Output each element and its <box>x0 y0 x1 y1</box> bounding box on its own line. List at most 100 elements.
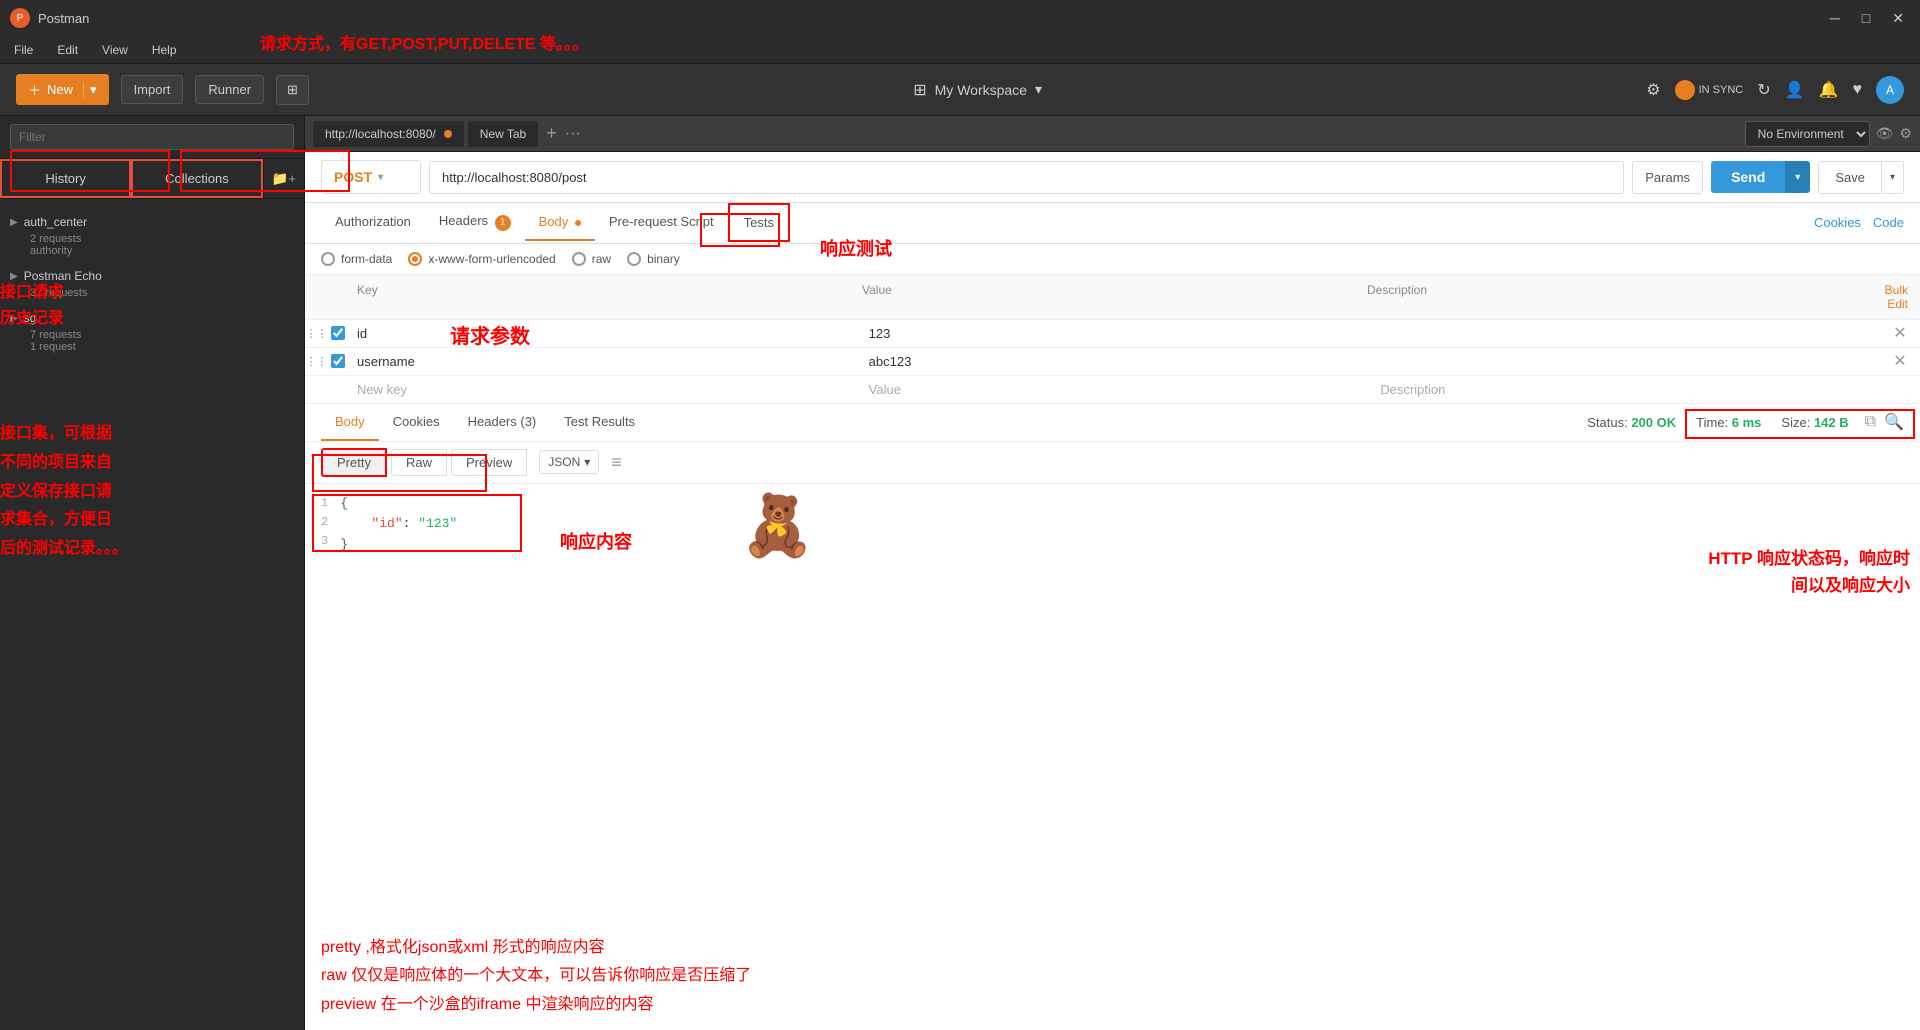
env-eye-button[interactable]: 👁 <box>1876 125 1894 142</box>
new-dropdown-icon[interactable]: ▾ <box>83 82 97 98</box>
view-tab-raw[interactable]: Raw <box>391 449 447 476</box>
runner-button[interactable]: Runner <box>195 75 264 104</box>
save-dropdown-button[interactable]: ▾ <box>1881 162 1903 193</box>
value-input-id[interactable] <box>869 326 1357 341</box>
resp-tab-testresults[interactable]: Test Results <box>550 404 649 441</box>
menu-view[interactable]: View <box>98 41 132 59</box>
save-button-group: Save ▾ <box>1818 161 1904 194</box>
resp-tab-body[interactable]: Body <box>321 404 379 441</box>
params-value-id <box>857 320 1369 347</box>
sidebar-add-button[interactable]: 📁+ <box>263 159 304 198</box>
send-button[interactable]: Send <box>1711 161 1785 193</box>
col-desc-header: Description <box>1355 279 1860 315</box>
params-check-id[interactable] <box>331 326 345 340</box>
resp-tab-headers[interactable]: Headers (3) <box>454 404 551 441</box>
title-bar: P Postman ─ □ ✕ <box>0 0 1920 36</box>
params-row-controls: ⋮⋮ <box>305 354 345 368</box>
body-type-urlencoded[interactable]: x-www-form-urlencoded <box>408 252 555 266</box>
url-input[interactable] <box>429 161 1624 194</box>
search-button[interactable]: ⚙ <box>1646 80 1660 100</box>
save-button[interactable]: Save <box>1819 162 1881 193</box>
code-button[interactable]: Code <box>1873 215 1904 230</box>
new-key-placeholder[interactable]: New key <box>345 376 857 403</box>
tab-more-button[interactable]: ··· <box>565 125 581 143</box>
tab-modified-dot <box>444 130 452 138</box>
sidebar-group-postman-echo[interactable]: ▶ Postman Echo 37 requests <box>0 261 304 303</box>
format-chevron-icon: ▾ <box>584 455 590 469</box>
refresh-button[interactable]: ↻ <box>1757 80 1770 100</box>
group-name: auth_center <box>24 215 87 229</box>
cookies-button[interactable]: Cookies <box>1814 215 1861 230</box>
menu-edit[interactable]: Edit <box>53 41 82 59</box>
status-label: Status: 200 OK <box>1587 415 1676 430</box>
params-new-row: New key Value Description <box>305 376 1920 403</box>
workspace-selector[interactable]: ⊞ My Workspace ▾ <box>913 80 1042 100</box>
params-delete-id[interactable]: ✕ <box>1880 323 1920 343</box>
user-button[interactable]: 👤 <box>1785 80 1805 100</box>
params-check-username[interactable] <box>331 354 345 368</box>
format-selector[interactable]: JSON ▾ <box>539 450 599 474</box>
sidebar-group-header: ▶ auth_center <box>10 211 294 233</box>
group-sub2: 1 request <box>10 341 294 353</box>
line-2: 2 <box>321 513 328 532</box>
resp-tab-cookies[interactable]: Cookies <box>379 404 454 441</box>
tab-body[interactable]: Body <box>525 204 595 241</box>
bulk-edit-button[interactable]: Bulk Edit <box>1860 279 1920 315</box>
view-tab-preview[interactable]: Preview <box>451 449 527 476</box>
maximize-button[interactable]: □ <box>1856 8 1876 29</box>
body-type-formdata[interactable]: form-data <box>321 252 392 266</box>
close-button[interactable]: ✕ <box>1886 8 1910 29</box>
request-bar: POST ▾ Params Send ▾ Save ▾ <box>305 152 1920 203</box>
key-input-username[interactable] <box>357 354 845 369</box>
urlencoded-label: x-www-form-urlencoded <box>428 252 555 266</box>
desc-input-username[interactable] <box>1380 354 1868 369</box>
bell-button[interactable]: 🔔 <box>1819 80 1839 100</box>
tab-prerequest[interactable]: Pre-request Script <box>595 204 728 241</box>
env-gear-button[interactable]: ⚙ <box>1899 125 1912 142</box>
key-input-id[interactable] <box>357 326 845 341</box>
method-chevron-icon: ▾ <box>378 172 383 183</box>
body-type-bar: form-data x-www-form-urlencoded raw bina… <box>305 244 1920 275</box>
params-delete-username[interactable]: ✕ <box>1880 351 1920 371</box>
params-button[interactable]: Params <box>1632 161 1703 194</box>
params-table: Key Value Description Bulk Edit ⋮⋮ <box>305 275 1920 404</box>
heart-button[interactable]: ♥ <box>1853 81 1863 99</box>
menu-file[interactable]: File <box>10 41 37 59</box>
body-type-binary[interactable]: binary <box>627 252 680 266</box>
sidebar-group-auth-center[interactable]: ▶ auth_center 2 requests authority <box>0 207 304 261</box>
menu-help[interactable]: Help <box>148 41 181 59</box>
tab-authorization[interactable]: Authorization <box>321 204 425 241</box>
desc-input-id[interactable] <box>1380 326 1868 341</box>
sidebar-tab-collections[interactable]: Collections <box>131 159 262 198</box>
view-tab-pretty[interactable]: Pretty <box>321 448 387 477</box>
sidebar-tab-history[interactable]: History <box>0 159 131 198</box>
group-sub: 7 requests <box>10 329 294 341</box>
new-icon: ＋ <box>28 80 41 99</box>
interceptor-button[interactable]: ⊞ <box>276 75 309 105</box>
tab-headers[interactable]: Headers 1 <box>425 203 525 243</box>
search-response-button[interactable]: 🔍 <box>1884 412 1904 432</box>
sidebar-group-sg[interactable]: ▶ sg 7 requests 1 request <box>0 303 304 357</box>
send-dropdown-button[interactable]: ▾ <box>1785 161 1810 193</box>
minimize-button[interactable]: ─ <box>1824 8 1846 29</box>
tab-item-localhost[interactable]: http://localhost:8080/ <box>313 121 464 147</box>
sync-badge[interactable]: IN SYNC <box>1675 80 1744 100</box>
new-button[interactable]: ＋ New ▾ <box>16 74 109 105</box>
method-dropdown[interactable]: POST ▾ <box>321 160 421 194</box>
body-type-raw[interactable]: raw <box>572 252 611 266</box>
import-button[interactable]: Import <box>121 75 184 104</box>
filter-input[interactable] <box>10 124 294 150</box>
title-bar-title: Postman <box>38 11 89 26</box>
tab-tests[interactable]: Tests <box>728 203 790 242</box>
value-input-username[interactable] <box>869 354 1357 369</box>
sync-label: IN SYNC <box>1699 84 1744 96</box>
workspace-label: My Workspace <box>935 82 1027 98</box>
avatar[interactable]: A <box>1876 76 1904 104</box>
tab-add-button[interactable]: + <box>542 123 561 144</box>
tab-item-newtab[interactable]: New Tab <box>468 121 538 147</box>
environment-select[interactable]: No Environment <box>1745 121 1870 147</box>
workspace-grid-icon: ⊞ <box>913 80 926 100</box>
sidebar-group-header: ▶ sg <box>10 307 294 329</box>
copy-button[interactable]: ⧉ <box>1865 412 1876 432</box>
wrap-button[interactable]: ≡ <box>611 452 622 473</box>
